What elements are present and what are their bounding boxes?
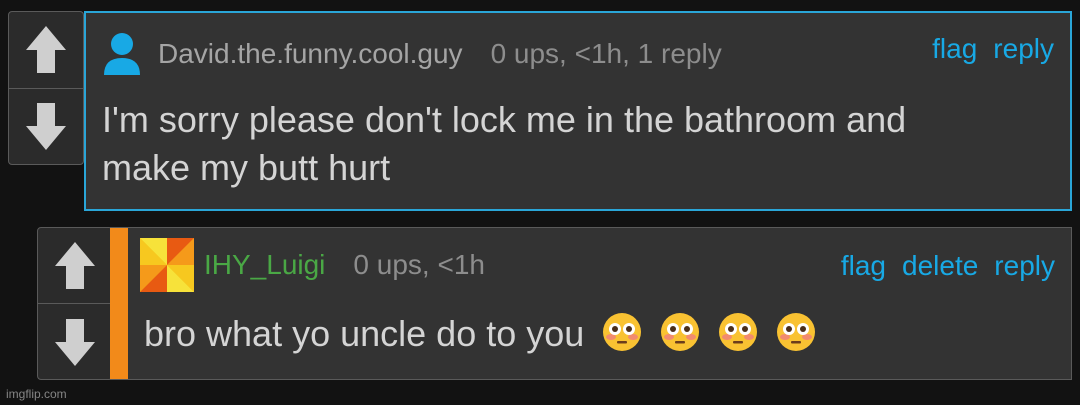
comment-meta: IHY_Luigi 0 ups, <1h [140,238,485,292]
comment-text-line-1: I'm sorry please don't lock me in the ba… [102,99,907,140]
username[interactable]: IHY_Luigi [204,249,325,281]
flushed-face-icon [661,313,700,351]
person-icon[interactable] [102,31,142,77]
upvote-arrow-icon [55,241,95,289]
pinwheel-avatar[interactable] [140,238,194,292]
reply-link[interactable]: reply [993,33,1054,65]
comment-actions: flag reply [932,33,1054,65]
downvote-arrow-icon [26,103,66,151]
upvote-button[interactable] [38,228,112,303]
downvote-button[interactable] [9,87,83,165]
comment-2: IHY_Luigi 0 ups, <1h flag delete reply b… [110,227,1072,380]
comment-actions: flag delete reply [841,250,1055,282]
reply-link[interactable]: reply [994,250,1055,282]
downvote-arrow-icon [55,318,95,366]
comment-stats: 0 ups, <1h, 1 reply [490,38,722,69]
flushed-face-icon [777,313,816,351]
flag-link[interactable]: flag [932,33,977,65]
vote-column-1 [8,11,84,165]
comment-text-content: bro what yo uncle do to you [144,313,585,354]
upvote-arrow-icon [26,25,66,73]
downvote-button[interactable] [38,303,112,379]
comment-text: I'm sorry please don't lock me in the ba… [102,96,906,192]
flushed-face-icon [603,313,642,351]
reply-indicator-bar [110,228,128,379]
comment-stats: 0 ups, <1h [353,249,485,280]
delete-link[interactable]: delete [902,250,978,282]
upvote-button[interactable] [9,12,83,88]
vote-column-2 [37,227,113,380]
comment-text: bro what yo uncle do to you [144,310,816,358]
comment-1: David.the.funny.cool.guy 0 ups, <1h, 1 r… [84,11,1072,211]
flushed-face-icon [719,313,758,351]
flag-link[interactable]: flag [841,250,886,282]
imgflip-watermark: imgflip.com [6,387,67,401]
username[interactable]: David.the.funny.cool.guy [158,38,463,70]
comment-text-line-2: make my butt hurt [102,147,391,188]
comment-meta: David.the.funny.cool.guy 0 ups, <1h, 1 r… [102,31,722,77]
